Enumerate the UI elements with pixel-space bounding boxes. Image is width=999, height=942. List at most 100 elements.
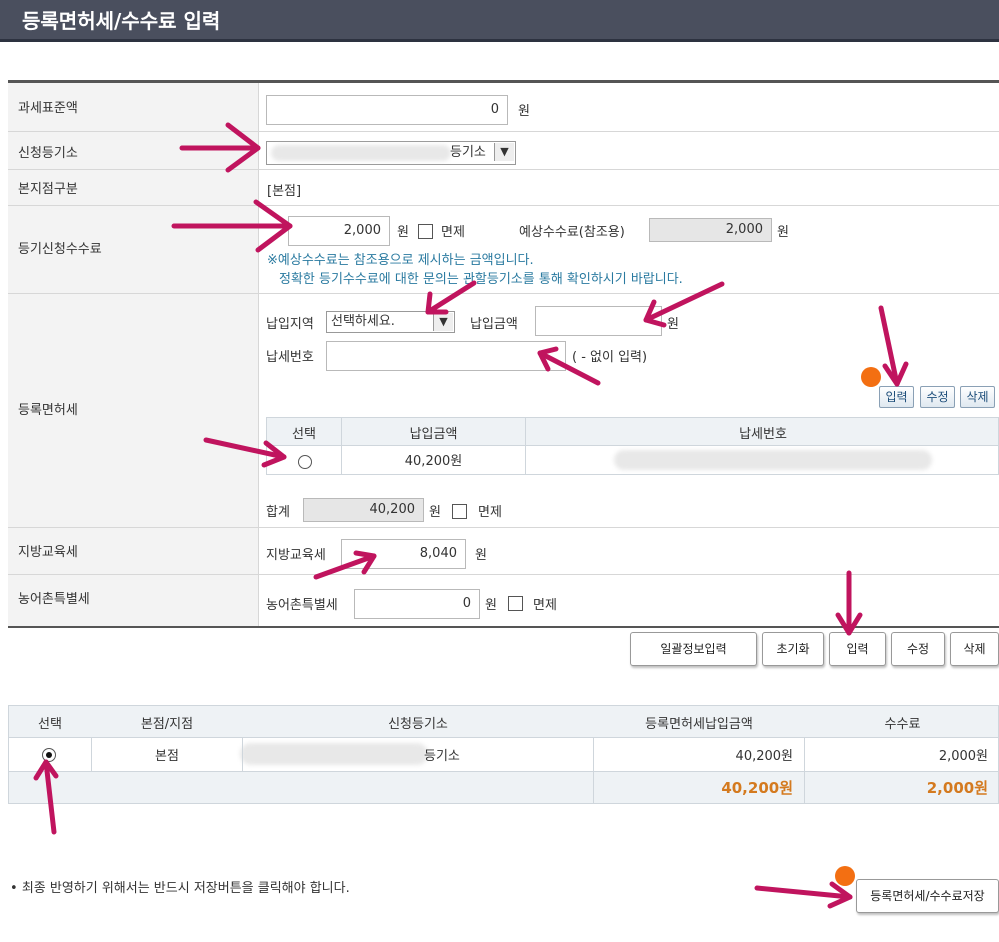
chevron-down-icon: ▼ bbox=[433, 313, 453, 331]
tax-grid-header-amount: 납입금액 bbox=[409, 427, 458, 442]
label-branch: 본지점구분 bbox=[8, 170, 259, 206]
row-divider bbox=[259, 293, 999, 294]
summary-total-fee: 2,000원 bbox=[926, 779, 988, 797]
tax-base-unit: 원 bbox=[518, 104, 530, 119]
label-fee: 등기신청수수료 bbox=[8, 206, 259, 294]
column-divider bbox=[242, 738, 243, 771]
summary-header-select: 선택 bbox=[38, 717, 62, 732]
taxno-label: 납세번호 bbox=[266, 350, 314, 365]
expected-fee-field: 2,000 bbox=[649, 218, 772, 242]
summary-header: 선택 본점/지점 신청등기소 등록면허세납입금액 수수료 bbox=[8, 705, 999, 738]
summary-row-branch: 본점 bbox=[155, 749, 179, 764]
label-license-tax: 등록면허세 bbox=[8, 294, 259, 528]
tax-grid-row-radio[interactable] bbox=[298, 455, 312, 469]
tax-grid-row-amount: 40,200원 bbox=[404, 454, 463, 469]
annotation-marker bbox=[835, 866, 855, 886]
arrow-icon bbox=[835, 570, 863, 636]
tax-base-input[interactable]: 0 bbox=[266, 95, 508, 125]
registry-select[interactable]: 등기소 ▼ bbox=[266, 141, 516, 165]
label-edu-tax: 지방교육세 bbox=[8, 528, 259, 575]
reset-button[interactable]: 초기화 bbox=[762, 632, 824, 666]
tax-exempt-label: 면제 bbox=[478, 505, 502, 520]
delete-button[interactable]: 삭제 bbox=[950, 632, 999, 666]
total-field: 40,200 bbox=[303, 498, 424, 522]
total-unit: 원 bbox=[429, 505, 441, 520]
annotation-marker bbox=[861, 367, 881, 387]
fee-note-line2: 정확한 등기수수료에 대한 문의는 관할등기소를 통해 확인하시기 바랍니다. bbox=[279, 272, 683, 287]
summary-total-row: 40,200원 2,000원 bbox=[8, 772, 999, 804]
fee-exempt-checkbox[interactable] bbox=[418, 224, 433, 239]
region-label: 납입지역 bbox=[266, 317, 314, 332]
column-divider bbox=[525, 446, 526, 474]
tax-exempt-checkbox[interactable] bbox=[452, 504, 467, 519]
column-divider bbox=[525, 418, 526, 446]
summary-header-fee: 수수료 bbox=[884, 717, 921, 732]
fee-exempt-label: 면제 bbox=[441, 225, 465, 240]
amount-label: 납입금액 bbox=[470, 317, 518, 332]
label-registry: 신청등기소 bbox=[8, 132, 259, 170]
summary-row-tax: 40,200원 bbox=[735, 749, 793, 764]
region-select[interactable]: 선택하세요. ▼ bbox=[326, 311, 455, 333]
fee-unit: 원 bbox=[397, 225, 409, 240]
branch-value: [본점] bbox=[267, 184, 302, 199]
tax-grid-header-taxno: 납세번호 bbox=[739, 427, 787, 442]
edit-button[interactable]: 수정 bbox=[891, 632, 945, 666]
tax-edit-button[interactable]: 수정 bbox=[920, 386, 955, 408]
farm-tax-unit: 원 bbox=[485, 598, 497, 613]
label-farm-tax: 농어촌특별세 bbox=[8, 575, 259, 627]
save-button[interactable]: 등록면허세/수수료저장 bbox=[856, 879, 999, 913]
tax-grid-row: 40,200원 bbox=[266, 446, 999, 475]
column-divider bbox=[341, 418, 342, 446]
taxno-hint: ( - 없이 입력) bbox=[572, 350, 648, 365]
enter-button[interactable]: 입력 bbox=[829, 632, 886, 666]
tax-delete-button[interactable]: 삭제 bbox=[960, 386, 995, 408]
tax-enter-button[interactable]: 입력 bbox=[879, 386, 914, 408]
tax-grid-row-taxno-redacted bbox=[614, 450, 932, 470]
summary-row-radio[interactable] bbox=[42, 748, 56, 762]
tax-grid-header: 선택 납입금액 납세번호 bbox=[266, 417, 999, 446]
total-label: 합계 bbox=[266, 505, 290, 520]
row-divider bbox=[259, 574, 999, 575]
summary-row-registry-redacted bbox=[240, 743, 428, 765]
fee-note-line1: ※예상수수료는 참조용으로 제시하는 금액입니다. bbox=[267, 253, 534, 268]
registry-name-redacted bbox=[271, 145, 451, 161]
summary-row-registry: 등기소 bbox=[424, 749, 460, 764]
registry-select-value: 등기소 bbox=[450, 145, 486, 160]
column-divider bbox=[593, 772, 594, 803]
page-title: 등록면허세/수수료 입력 bbox=[22, 9, 221, 33]
summary-row-fee: 2,000원 bbox=[938, 749, 988, 764]
column-divider bbox=[91, 738, 92, 771]
region-select-value: 선택하세요. bbox=[331, 314, 395, 329]
row-divider bbox=[259, 527, 999, 528]
amount-input[interactable] bbox=[535, 306, 662, 336]
farm-tax-exempt-checkbox[interactable] bbox=[508, 596, 523, 611]
farm-tax-inner-label: 농어촌특별세 bbox=[266, 598, 338, 613]
chevron-down-icon: ▼ bbox=[494, 143, 514, 161]
edu-tax-inner-label: 지방교육세 bbox=[266, 548, 326, 563]
arrow-icon bbox=[425, 280, 477, 315]
row-divider bbox=[259, 131, 999, 132]
bulk-input-button[interactable]: 일괄정보입력 bbox=[630, 632, 757, 666]
column-divider bbox=[593, 738, 594, 771]
summary-header-tax: 등록면허세납입금액 bbox=[645, 717, 753, 732]
arrow-icon bbox=[754, 881, 853, 909]
column-divider bbox=[804, 738, 805, 771]
expected-fee-label: 예상수수료(참조용) bbox=[519, 225, 625, 240]
tax-grid-header-select: 선택 bbox=[292, 427, 316, 442]
fee-input[interactable]: 2,000 bbox=[288, 216, 390, 246]
row-divider bbox=[259, 169, 999, 170]
column-divider bbox=[804, 772, 805, 803]
label-tax-base: 과세표준액 bbox=[8, 83, 259, 132]
summary-row[interactable]: 본점 등기소 40,200원 2,000원 bbox=[8, 738, 999, 772]
bullet-icon: • bbox=[10, 881, 18, 896]
summary-header-branch: 본점/지점 bbox=[140, 717, 194, 732]
farm-tax-input[interactable]: 0 bbox=[354, 589, 480, 619]
edu-tax-unit: 원 bbox=[475, 548, 487, 563]
arrow-icon bbox=[878, 305, 909, 387]
title-bar: 등록면허세/수수료 입력 bbox=[0, 0, 999, 42]
farm-tax-exempt-label: 면제 bbox=[533, 598, 557, 613]
footer-notice-text: 최종 반영하기 위해서는 반드시 저장버튼을 클릭해야 합니다. bbox=[21, 881, 350, 896]
taxno-input[interactable] bbox=[326, 341, 566, 371]
edu-tax-input[interactable]: 8,040 bbox=[341, 539, 466, 569]
row-divider bbox=[259, 205, 999, 206]
